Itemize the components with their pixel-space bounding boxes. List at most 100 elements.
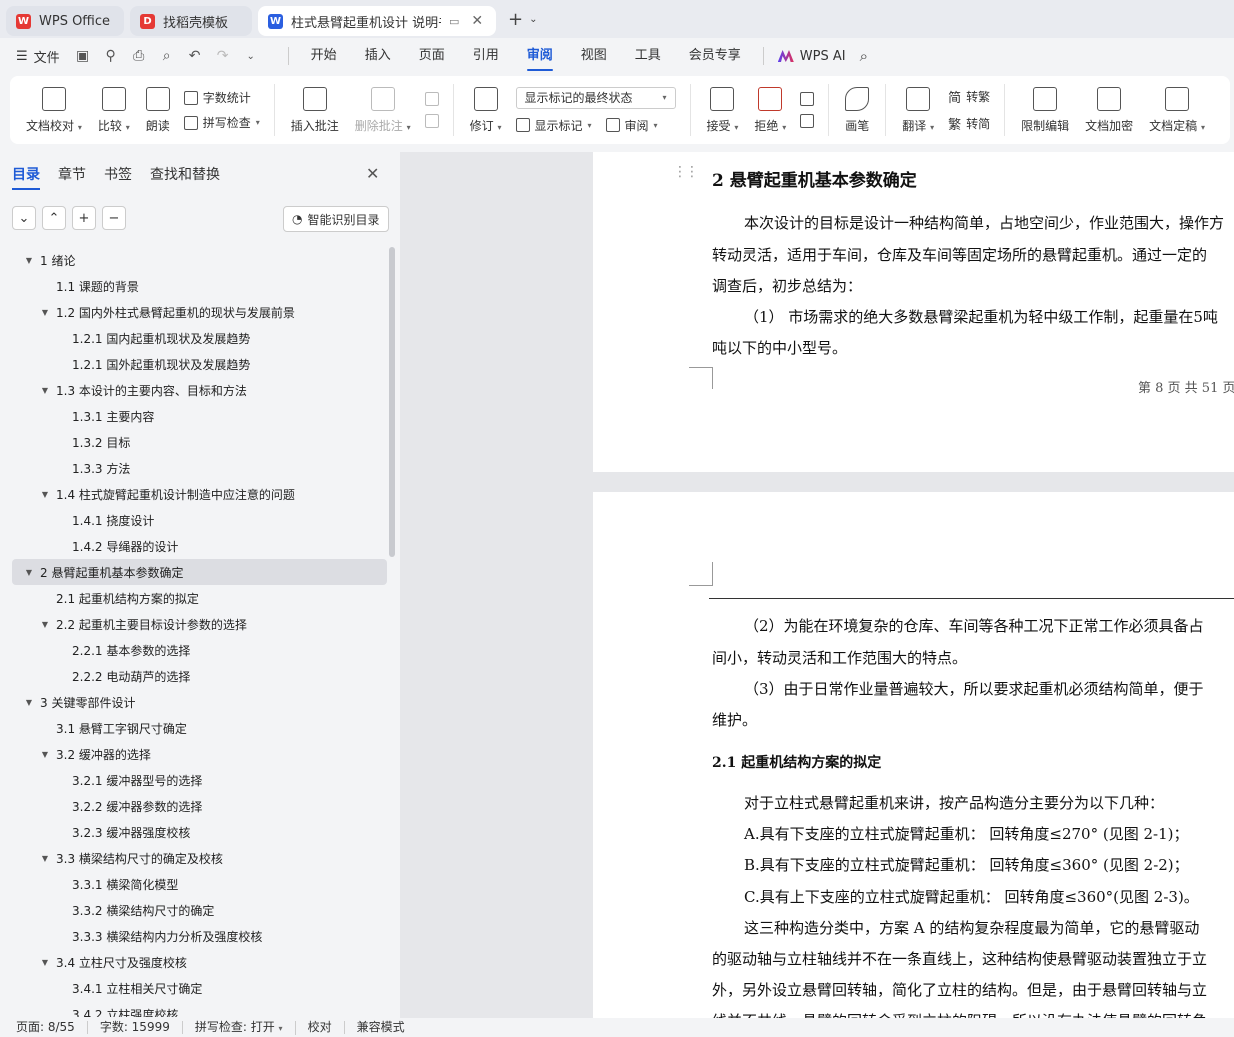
tab-home[interactable]: 开始: [297, 38, 351, 74]
toc-item[interactable]: 3.2.3 缓冲器强度校核: [12, 819, 387, 845]
toc-item[interactable]: 1.1 课题的背景: [12, 273, 387, 299]
tab-page[interactable]: 页面: [405, 38, 459, 74]
toc-item[interactable]: 3.1 悬臂工字钢尺寸确定: [12, 715, 387, 741]
share-icon[interactable]: ⚲: [102, 48, 120, 64]
restrict-edit-button[interactable]: 限制编辑: [1013, 86, 1077, 134]
print-preview-icon[interactable]: ⌕: [158, 48, 176, 64]
spell-check-button[interactable]: 拼写检查 ▾: [183, 114, 260, 131]
proofread-status[interactable]: 校对: [296, 1021, 345, 1034]
expand-arrow-icon[interactable]: ▼: [22, 256, 36, 265]
previous-comment-icon[interactable]: [424, 92, 439, 106]
print-icon[interactable]: ⎙: [130, 48, 148, 64]
collapse-up-icon[interactable]: ⌃: [42, 206, 66, 230]
markup-state-select[interactable]: 显示标记的最终状态 ▾: [515, 86, 676, 109]
toc-item[interactable]: 1.3.2 目标: [12, 429, 387, 455]
chevron-down-icon[interactable]: ⌄: [242, 51, 260, 62]
encrypt-button[interactable]: 文档加密: [1077, 86, 1141, 134]
expand-arrow-icon[interactable]: ▼: [38, 386, 52, 395]
toc-item[interactable]: 1.4.1 挠度设计: [12, 507, 387, 533]
expand-arrow-icon[interactable]: ▼: [22, 568, 36, 577]
toc-item[interactable]: ▼ 1.3 本设计的主要内容、目标和方法: [12, 377, 387, 403]
toc-item[interactable]: ▼ 3 关键零部件设计: [12, 689, 387, 715]
expand-arrow-icon[interactable]: ▼: [38, 854, 52, 863]
expand-arrow-icon[interactable]: ▼: [38, 958, 52, 967]
translate-button[interactable]: 翻译 ▾: [894, 86, 942, 134]
nav-tab-sections[interactable]: 章节: [58, 164, 86, 184]
toc-item[interactable]: ▼ 3.3 横梁结构尺寸的确定及校核: [12, 845, 387, 871]
insert-comment-button[interactable]: 插入批注: [283, 86, 347, 134]
toc-item[interactable]: ▼ 2.2 起重机主要目标设计参数的选择: [12, 611, 387, 637]
new-tab-button[interactable]: + ⌄: [508, 9, 537, 30]
search-icon[interactable]: ⌕: [860, 47, 868, 65]
toc-item[interactable]: ▼ 2 悬臂起重机基本参数确定: [12, 559, 387, 585]
nav-tab-toc[interactable]: 目录: [12, 164, 40, 190]
expand-down-icon[interactable]: ⌄: [12, 206, 36, 230]
expand-arrow-icon[interactable]: ▼: [38, 750, 52, 759]
page-indicator[interactable]: 页面: 8/55: [16, 1021, 88, 1034]
expand-arrow-icon[interactable]: ▼: [38, 620, 52, 629]
smart-toc-button[interactable]: ◔ 智能识别目录: [283, 206, 389, 232]
toc-item[interactable]: 1.4.2 导绳器的设计: [12, 533, 387, 559]
toc-item[interactable]: 3.2.1 缓冲器型号的选择: [12, 767, 387, 793]
add-heading-icon[interactable]: +: [72, 206, 96, 230]
show-markup-button[interactable]: 显示标记 ▾: [515, 117, 592, 134]
nav-tab-bookmarks[interactable]: 书签: [104, 164, 132, 184]
proofread-button[interactable]: 文档校对 ▾: [18, 86, 90, 134]
delete-comment-button[interactable]: 删除批注 ▾: [347, 86, 419, 134]
track-changes-button[interactable]: 修订 ▾: [462, 86, 510, 134]
review-pane-button[interactable]: 审阅 ▾: [605, 117, 658, 134]
toc-item[interactable]: 1.2.1 国内起重机现状及发展趋势: [12, 325, 387, 351]
word-count-button[interactable]: 字数统计: [183, 89, 260, 106]
toc-item[interactable]: 1.3.1 主要内容: [12, 403, 387, 429]
next-comment-icon[interactable]: [424, 114, 439, 128]
tab-tools[interactable]: 工具: [621, 38, 675, 74]
to-traditional-button[interactable]: 简 转繁: [948, 87, 990, 106]
tab-member[interactable]: 会员专享: [675, 38, 755, 74]
toc-item[interactable]: ▼ 1.2 国内外柱式悬臂起重机的现状与发展前景: [12, 299, 387, 325]
toc-item[interactable]: ▼ 3.4 立柱尺寸及强度校核: [12, 949, 387, 975]
redo-icon[interactable]: ↷: [214, 48, 232, 64]
toc-item[interactable]: 3.4.2 立柱强度校核: [12, 1001, 387, 1018]
read-aloud-button[interactable]: 朗读: [138, 86, 178, 134]
remove-heading-icon[interactable]: −: [102, 206, 126, 230]
tab-wps-office[interactable]: W WPS Office: [6, 6, 124, 36]
word-count-indicator[interactable]: 字数: 15999: [88, 1021, 183, 1034]
toc-item[interactable]: 2.2.2 电动葫芦的选择: [12, 663, 387, 689]
chevron-down-icon[interactable]: ⌄: [529, 14, 537, 25]
undo-icon[interactable]: ↶: [186, 48, 204, 64]
close-icon[interactable]: ✕: [366, 164, 379, 183]
toc-item[interactable]: 1.2.1 国外起重机现状及发展趋势: [12, 351, 387, 377]
expand-arrow-icon[interactable]: ▼: [22, 698, 36, 707]
spell-check-toggle[interactable]: 拼写检查: 打开 ▾: [183, 1020, 296, 1035]
next-change-icon[interactable]: [800, 114, 815, 128]
file-menu[interactable]: ☰ 文件: [16, 47, 60, 66]
toc-item[interactable]: 2.1 起重机结构方案的拟定: [12, 585, 387, 611]
accept-button[interactable]: 接受 ▾: [699, 86, 747, 134]
toc-item[interactable]: 1.3.3 方法: [12, 455, 387, 481]
tab-references[interactable]: 引用: [459, 38, 513, 74]
pen-button[interactable]: 画笔: [837, 86, 877, 134]
toc-item[interactable]: 3.3.3 横梁结构内力分析及强度校核: [12, 923, 387, 949]
expand-arrow-icon[interactable]: ▼: [38, 308, 52, 317]
previous-change-icon[interactable]: [800, 92, 815, 106]
toc-item[interactable]: 2.2.1 基本参数的选择: [12, 637, 387, 663]
toc-item[interactable]: ▼ 3.2 缓冲器的选择: [12, 741, 387, 767]
finalize-button[interactable]: 文档定稿 ▾: [1141, 86, 1213, 134]
wps-ai-button[interactable]: WPS AI: [777, 49, 846, 64]
toc-item[interactable]: 3.4.1 立柱相关尺寸确定: [12, 975, 387, 1001]
compare-button[interactable]: 比较 ▾: [90, 86, 138, 134]
drag-handle-icon[interactable]: ⋮⋮: [673, 164, 699, 180]
tab-view[interactable]: 视图: [567, 38, 621, 74]
toc-item[interactable]: 3.3.1 横梁简化模型: [12, 871, 387, 897]
expand-arrow-icon[interactable]: ▼: [38, 490, 52, 499]
toc-item[interactable]: 3.2.2 缓冲器参数的选择: [12, 793, 387, 819]
tab-insert[interactable]: 插入: [351, 38, 405, 74]
reject-button[interactable]: 拒绝 ▾: [746, 86, 794, 134]
toc-item[interactable]: ▼ 1.4 柱式旋臂起重机设计制造中应注意的问题: [12, 481, 387, 507]
save-icon[interactable]: ▣: [74, 48, 92, 64]
to-simplified-button[interactable]: 繁 转简: [948, 114, 990, 133]
tab-docer-templates[interactable]: D 找稻壳模板: [130, 6, 252, 36]
tab-document[interactable]: W 柱式悬臂起重机设计 说明书（ ▭ ✕: [258, 6, 496, 36]
toc-item[interactable]: ▼ 1 绪论: [12, 247, 387, 273]
toc-item[interactable]: 3.3.2 横梁结构尺寸的确定: [12, 897, 387, 923]
